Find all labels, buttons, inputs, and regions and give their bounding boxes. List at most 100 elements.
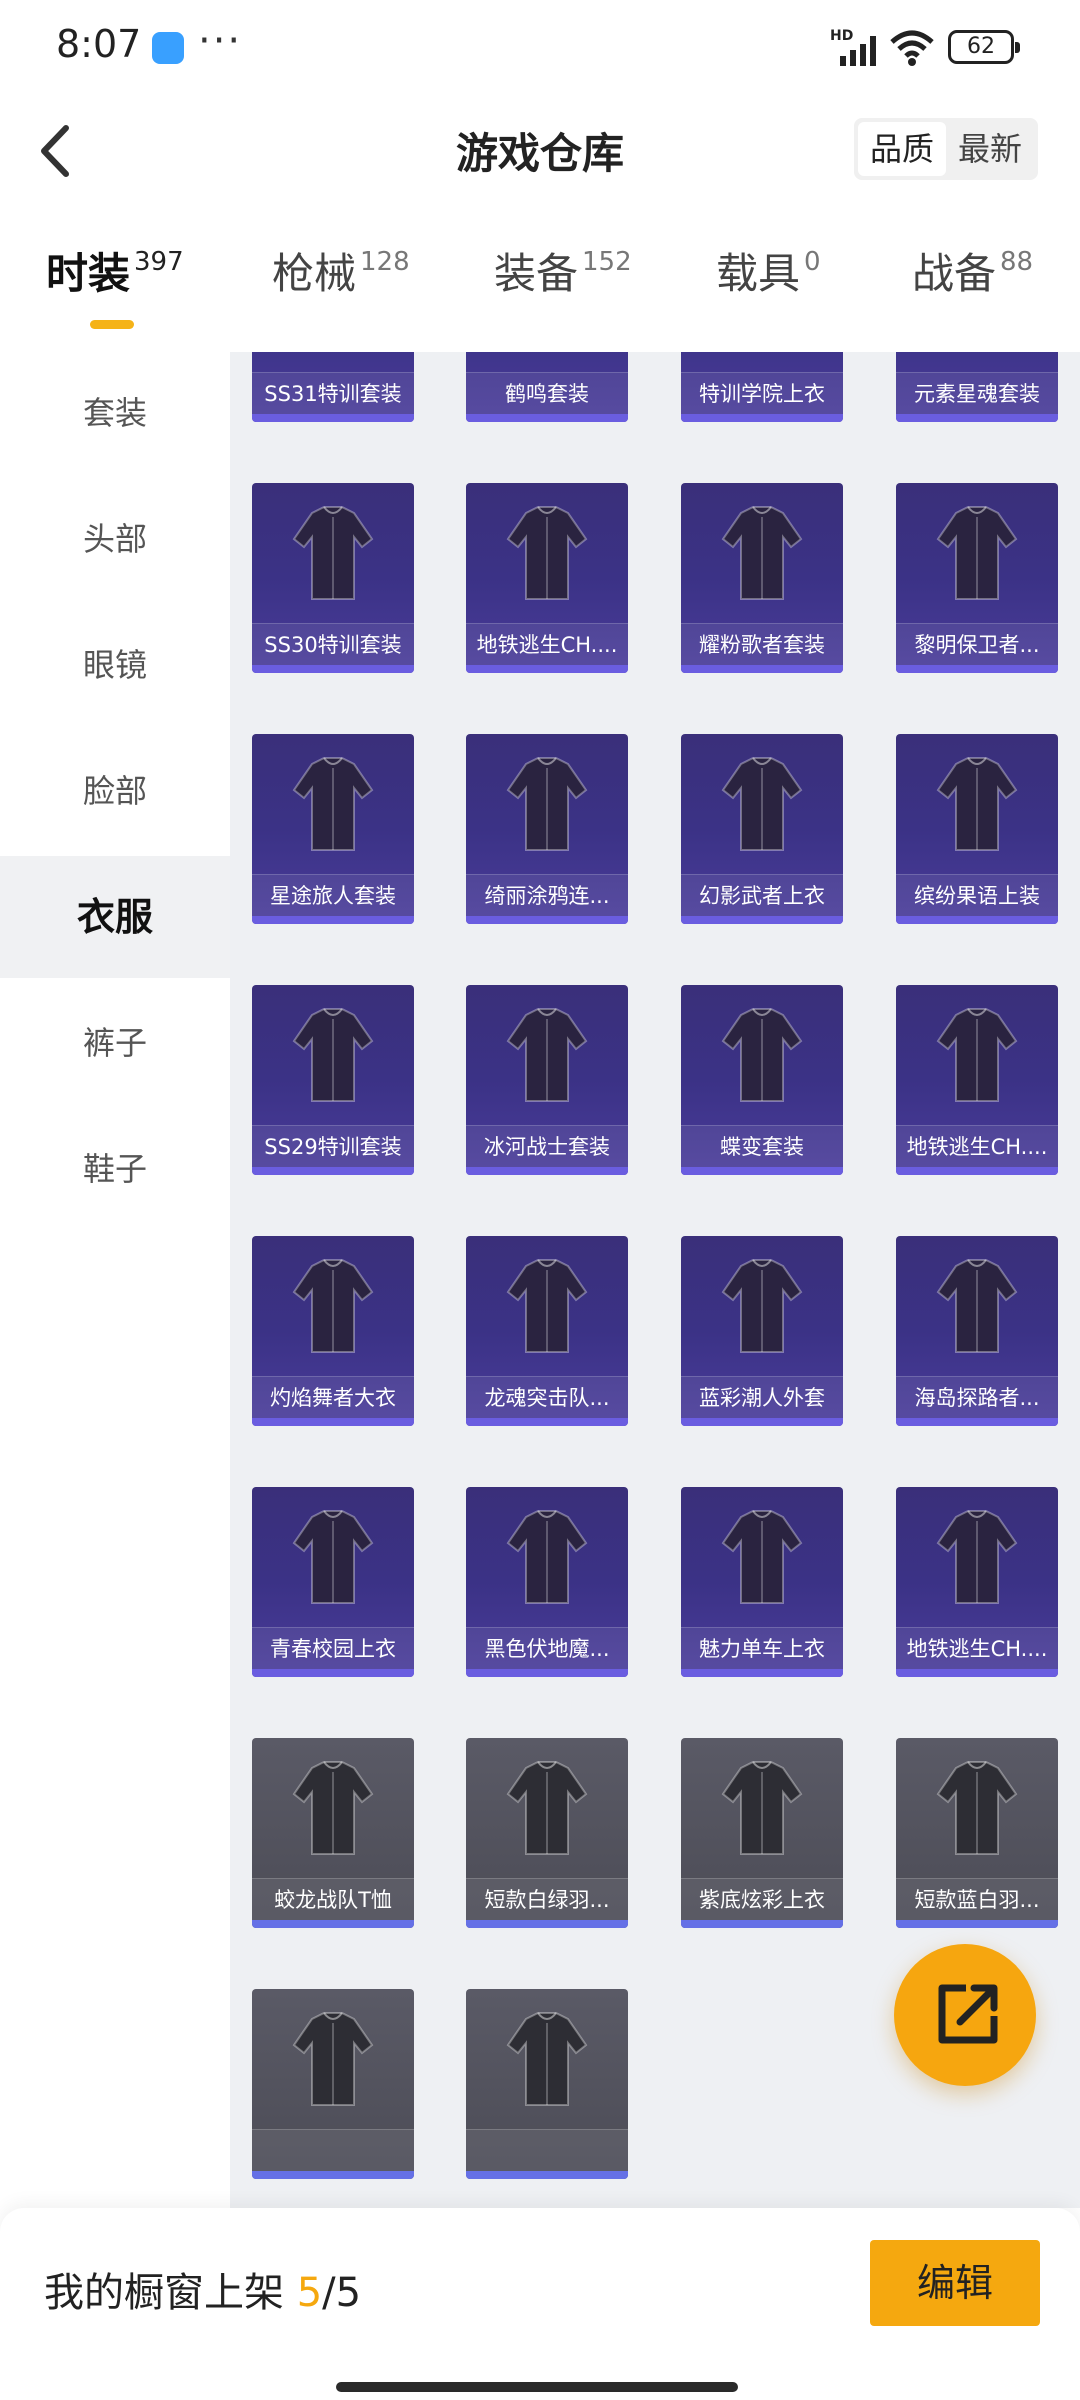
item-thumbnail [721, 1761, 803, 1855]
item-thumbnail [506, 757, 588, 851]
item-card[interactable]: 元素星魂套装 [896, 352, 1058, 422]
tab-label: 时装 [46, 249, 131, 298]
item-thumbnail [506, 1761, 588, 1855]
app-notification-icon [152, 32, 184, 64]
category-tabs: 时装 397 枪械 128 装备 152 载具 0 战备 88 [0, 240, 1080, 340]
sub-category-sidebar: 套装 头部 眼镜 脸部 衣服 裤子 鞋子 [0, 352, 230, 2208]
rarity-bar [466, 1669, 628, 1677]
item-card[interactable]: 地铁逃生CH.... [896, 1487, 1058, 1677]
item-card[interactable]: SS30特训套装 [252, 483, 414, 673]
item-card[interactable]: 耀粉歌者套装 [681, 483, 843, 673]
item-card[interactable]: 魅力单车上衣 [681, 1487, 843, 1677]
item-card[interactable]: 地铁逃生CH.... [466, 483, 628, 673]
item-thumbnail [936, 1510, 1018, 1604]
sidebar-item-glasses[interactable]: 眼镜 [0, 604, 230, 726]
item-name: 龙魂突击队... [466, 1376, 628, 1418]
sidebar-item-head[interactable]: 头部 [0, 478, 230, 600]
shelf-label: 我的橱窗上架 [44, 2270, 284, 2316]
item-name: 蝶变套装 [681, 1125, 843, 1167]
item-thumbnail [292, 1761, 374, 1855]
item-card[interactable]: 鹤鸣套装 [466, 352, 628, 422]
tab-vehicles[interactable]: 载具 0 [716, 240, 821, 340]
sidebar-item-face[interactable]: 脸部 [0, 730, 230, 852]
item-thumbnail [721, 506, 803, 600]
edit-button[interactable]: 编辑 [870, 2240, 1040, 2326]
item-card[interactable]: SS31特训套装 [252, 352, 414, 422]
sort-newest-option[interactable]: 最新 [946, 122, 1034, 176]
item-thumbnail [936, 757, 1018, 851]
tab-fashion[interactable]: 时装 397 [46, 240, 184, 340]
item-card[interactable]: 幻影武者上衣 [681, 734, 843, 924]
item-card[interactable]: 黎明保卫者... [896, 483, 1058, 673]
battery-indicator: 62 [948, 30, 1020, 64]
item-card[interactable]: 蝶变套装 [681, 985, 843, 1175]
item-card[interactable]: 短款白绿羽... [466, 1738, 628, 1928]
rarity-bar [896, 1418, 1058, 1426]
item-card[interactable]: 海岛探路者... [896, 1236, 1058, 1426]
item-thumbnail [918, 352, 1036, 364]
more-notifications-icon: ··· [198, 18, 243, 64]
item-name: 蓝彩潮人外套 [681, 1376, 843, 1418]
item-card[interactable]: 蛟龙战队T恤 [252, 1738, 414, 1928]
sidebar-item-pants[interactable]: 裤子 [0, 982, 230, 1104]
item-card[interactable]: 青春校园上衣 [252, 1487, 414, 1677]
sidebar-item-set[interactable]: 套装 [0, 352, 230, 474]
sidebar-item-shoes[interactable]: 鞋子 [0, 1108, 230, 1230]
warehouse-page: { "status_bar": { "time": "8:07", "hd": … [0, 0, 1080, 2400]
sidebar-item-clothes[interactable]: 衣服 [0, 856, 230, 978]
tab-supplies[interactable]: 战备 88 [912, 240, 1033, 340]
item-name: 星途旅人套装 [252, 874, 414, 916]
rarity-bar [896, 1920, 1058, 1928]
tab-count: 152 [582, 247, 632, 277]
home-indicator[interactable] [336, 2382, 738, 2392]
item-card[interactable]: 绮丽涂鸦连... [466, 734, 628, 924]
item-card[interactable]: 蓝彩潮人外套 [681, 1236, 843, 1426]
item-card[interactable] [466, 1989, 628, 2179]
item-card[interactable]: 灼焰舞者大衣 [252, 1236, 414, 1426]
tab-guns[interactable]: 枪械 128 [272, 240, 410, 340]
item-thumbnail [506, 1510, 588, 1604]
item-thumbnail [506, 506, 588, 600]
rarity-bar [896, 1167, 1058, 1175]
item-card[interactable]: 冰河战士套装 [466, 985, 628, 1175]
item-card[interactable]: 短款蓝白羽... [896, 1738, 1058, 1928]
status-time: 8:07 [56, 22, 142, 66]
tab-label: 装备 [494, 249, 579, 298]
rarity-bar [252, 916, 414, 924]
item-card[interactable] [252, 1989, 414, 2179]
item-name: 灼焰舞者大衣 [252, 1376, 414, 1418]
item-card[interactable]: 星途旅人套装 [252, 734, 414, 924]
item-thumbnail [292, 506, 374, 600]
tab-label: 枪械 [272, 249, 357, 298]
item-thumbnail [936, 506, 1018, 600]
tab-count: 397 [134, 247, 184, 277]
item-name: 幻影武者上衣 [681, 874, 843, 916]
rarity-bar [466, 1920, 628, 1928]
item-card[interactable]: 龙魂突击队... [466, 1236, 628, 1426]
item-name: 冰河战士套装 [466, 1125, 628, 1167]
item-card[interactable]: SS29特训套装 [252, 985, 414, 1175]
sort-quality-option[interactable]: 品质 [858, 122, 946, 176]
item-card[interactable]: 缤纷果语上装 [896, 734, 1058, 924]
rarity-bar [252, 1920, 414, 1928]
item-name: 缤纷果语上装 [896, 874, 1058, 916]
item-card[interactable]: 地铁逃生CH.... [896, 985, 1058, 1175]
item-thumbnail [721, 1008, 803, 1102]
item-thumbnail [721, 757, 803, 851]
shelf-status: 我的橱窗上架 5/5 [44, 2260, 361, 2318]
tab-equipment[interactable]: 装备 152 [494, 240, 632, 340]
item-card[interactable]: 特训学院上衣 [681, 352, 843, 422]
rarity-bar [466, 1418, 628, 1426]
shelf-current-count: 5 [296, 2270, 323, 2316]
item-thumbnail [721, 1259, 803, 1353]
item-card[interactable]: 黑色伏地魔... [466, 1487, 628, 1677]
item-name: SS30特训套装 [252, 623, 414, 665]
item-card[interactable]: 紫底炫彩上衣 [681, 1738, 843, 1928]
item-thumbnail [936, 1259, 1018, 1353]
rarity-bar [681, 1418, 843, 1426]
item-thumbnail [703, 352, 821, 364]
item-name [466, 2129, 628, 2171]
item-thumbnail [292, 1510, 374, 1604]
item-thumbnail [506, 1259, 588, 1353]
share-button[interactable] [894, 1944, 1036, 2086]
